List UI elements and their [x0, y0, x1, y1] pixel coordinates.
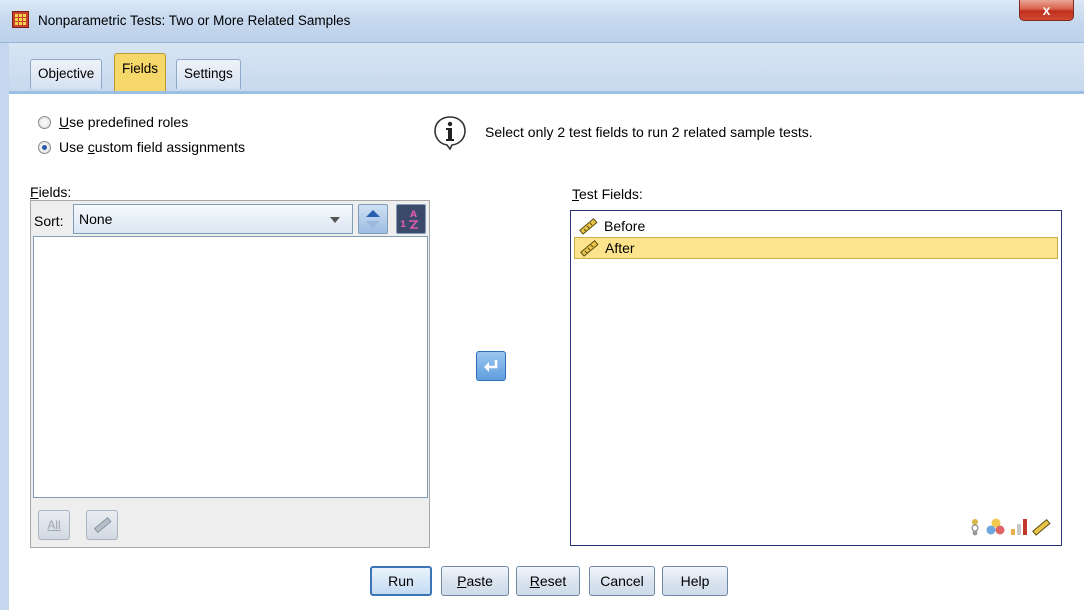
list-item-selected[interactable]: After	[574, 237, 1058, 259]
sort-alpha-icon: A 1	[400, 210, 419, 230]
nominal-icon	[971, 519, 979, 536]
spss-table-icon	[12, 11, 29, 28]
test-fields-list[interactable]: Before After	[570, 210, 1062, 546]
scale-filter-button[interactable]	[86, 510, 118, 540]
radio-button-checked[interactable]	[38, 140, 51, 154]
tab-objective[interactable]: Objective	[30, 59, 103, 89]
fields-label: Fields:	[30, 184, 72, 200]
paste-button[interactable]: Paste	[441, 566, 509, 596]
chevron-down-icon	[330, 217, 340, 223]
scale-ruler-icon	[1032, 518, 1051, 536]
radio-label: Use custom field assignments	[59, 139, 245, 155]
sort-dropdown[interactable]: None	[73, 204, 353, 234]
bar-chart-icon	[1011, 519, 1027, 535]
all-button[interactable]: All	[38, 510, 70, 540]
list-item[interactable]: Before	[574, 215, 1058, 237]
tab-fields[interactable]: Fields	[114, 53, 167, 91]
reset-button[interactable]: Reset	[516, 566, 580, 596]
test-field-name: After	[605, 240, 635, 256]
move-to-fields-button[interactable]	[476, 351, 506, 381]
test-fields-label: Test Fields:	[572, 186, 643, 202]
close-button[interactable]: x	[1019, 0, 1074, 21]
radio-label: Use predefined roles	[59, 114, 189, 130]
measurement-level-legend	[968, 518, 1051, 536]
svg-text:1: 1	[400, 220, 406, 230]
svg-text:A: A	[410, 210, 417, 220]
radio-use-custom-field-assignments[interactable]: Use custom field assignments	[38, 139, 245, 155]
tab-settings[interactable]: Settings	[176, 59, 241, 89]
fields-list[interactable]	[33, 236, 428, 498]
arrow-left-icon	[484, 360, 498, 372]
run-button[interactable]: Run	[370, 566, 432, 596]
ruler-icon	[579, 217, 598, 235]
sort-value: None	[79, 211, 113, 227]
sort-order-button[interactable]	[358, 204, 388, 234]
cancel-button[interactable]: Cancel	[589, 566, 655, 596]
sort-alphabetical-button[interactable]: A 1	[396, 204, 426, 234]
tab-strip	[9, 43, 1084, 91]
ruler-icon	[580, 239, 599, 257]
ordinal-icon	[986, 518, 1005, 535]
ruler-icon	[93, 516, 112, 534]
test-field-name: Before	[604, 218, 646, 234]
info-icon	[434, 116, 466, 150]
title-bar: Nonparametric Tests: Two or More Related…	[0, 0, 1084, 43]
sort-label: Sort:	[34, 213, 64, 229]
info-message: Select only 2 test fields to run 2 relat…	[485, 124, 813, 140]
radio-use-predefined-roles[interactable]: Use predefined roles	[38, 114, 188, 130]
window-title: Nonparametric Tests: Two or More Related…	[38, 13, 351, 28]
sort-arrows-icon	[366, 210, 380, 228]
window-left-border	[0, 43, 9, 610]
radio-button[interactable]	[38, 115, 51, 129]
help-button[interactable]: Help	[662, 566, 728, 596]
